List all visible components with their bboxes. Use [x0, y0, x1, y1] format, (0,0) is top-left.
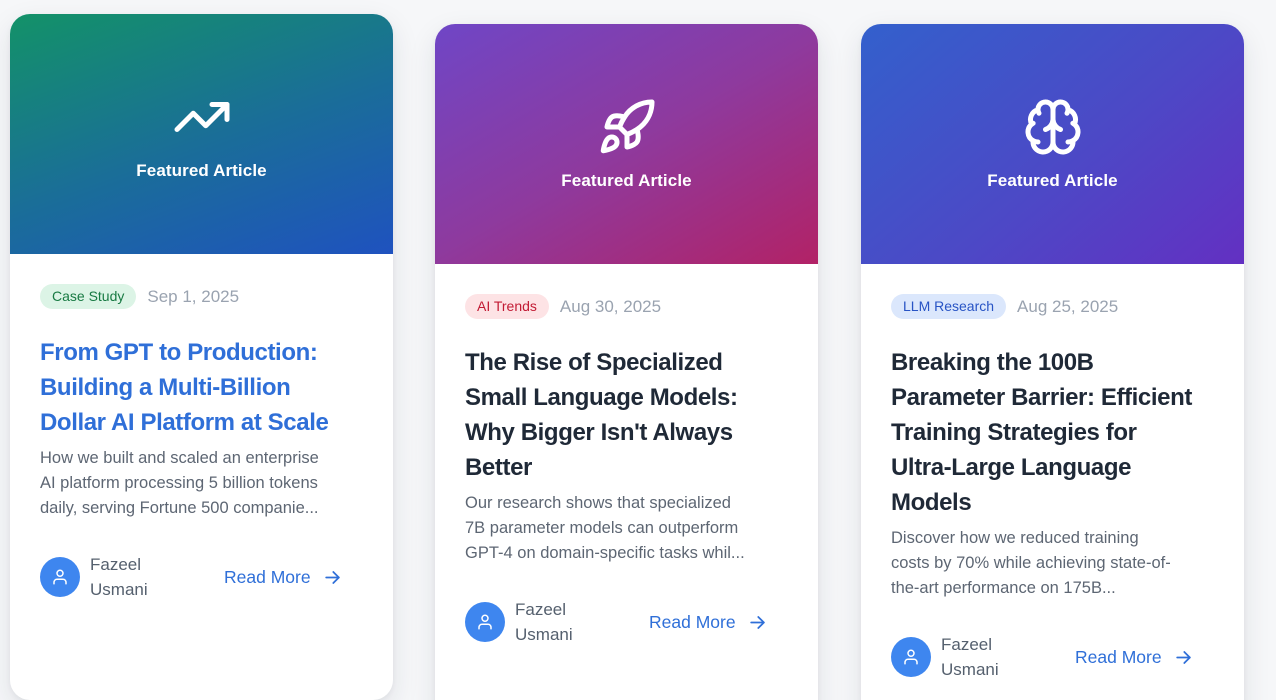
article-excerpt: How we built and scaled an enterprise AI…	[40, 446, 363, 521]
author-last-name: Usmani	[90, 580, 148, 599]
hero-label: Featured Article	[136, 161, 267, 180]
author-first-name: Fazeel	[515, 600, 567, 619]
author-name: Fazeel Usmani	[515, 597, 635, 647]
read-more-link[interactable]: Read More	[649, 612, 767, 633]
excerpt-line: daily, serving Fortune 500 companie...	[40, 499, 319, 517]
brain-icon	[1025, 99, 1080, 155]
avatar	[891, 637, 931, 677]
author-first-name: Fazeel	[90, 555, 142, 574]
article-title[interactable]: The Rise of Specialized Small Language M…	[465, 345, 788, 485]
user-icon	[478, 614, 492, 630]
read-more-label: Read More	[224, 566, 311, 587]
author-last-name: Usmani	[941, 660, 999, 679]
arrow-right-icon	[1175, 650, 1191, 664]
author-name: Fazeel Usmani	[941, 632, 1061, 682]
category-badge[interactable]: LLM Research	[891, 294, 1007, 319]
hero-label: Featured Article	[987, 171, 1118, 190]
arrow-right-icon	[749, 615, 765, 629]
article-title[interactable]: From GPT to Production: Building a Multi…	[40, 335, 363, 440]
article-excerpt: Discover how we reduced training costs b…	[891, 526, 1214, 601]
publish-date: Aug 30, 2025	[559, 296, 662, 316]
title-line: Building a Multi-Billion	[40, 374, 291, 401]
card-hero: Featured Article	[435, 24, 818, 264]
excerpt-line: AI platform processing 5 billion tokens	[40, 474, 318, 492]
card-hero: Featured Article	[10, 14, 393, 254]
read-more-link[interactable]: Read More	[1075, 647, 1193, 668]
title-line: Parameter Barrier: Efficient	[891, 384, 1192, 411]
read-more-label: Read More	[649, 611, 736, 632]
title-line: Models	[891, 489, 972, 516]
avatar	[465, 602, 505, 642]
article-excerpt: Our research shows that specialized 7B p…	[465, 491, 788, 566]
user-icon	[904, 649, 918, 665]
read-more-link[interactable]: Read More	[224, 567, 342, 588]
title-line: Breaking the 100B	[891, 349, 1094, 376]
publish-date: Sep 1, 2025	[147, 286, 240, 306]
card-hero: Featured Article	[861, 24, 1244, 264]
title-line: From GPT to Production:	[40, 339, 318, 366]
author-name: Fazeel Usmani	[90, 552, 210, 602]
author-last-name: Usmani	[515, 625, 573, 644]
publish-date: Aug 25, 2025	[1017, 296, 1119, 316]
hero-label: Featured Article	[561, 171, 692, 190]
title-line: Training Strategies for	[891, 419, 1137, 446]
article-title[interactable]: Breaking the 100B Parameter Barrier: Eff…	[891, 345, 1214, 520]
article-card[interactable]: Featured Article Case Study Sep 1, 2025 …	[10, 14, 393, 700]
avatar	[40, 557, 80, 597]
user-icon	[53, 569, 67, 585]
article-card[interactable]: Featured Article LLM Research Aug 25, 20…	[861, 24, 1244, 700]
excerpt-line: 7B parameter models can outperform	[465, 519, 739, 537]
read-more-label: Read More	[1075, 646, 1162, 667]
arrow-right-icon	[324, 570, 340, 584]
excerpt-line: costs by 70% while achieving state-of-	[891, 554, 1171, 572]
category-badge[interactable]: AI Trends	[465, 294, 549, 319]
article-card[interactable]: Featured Article AI Trends Aug 30, 2025 …	[435, 24, 818, 700]
excerpt-line: the-art performance on 175B...	[891, 579, 1116, 597]
title-line: Better	[465, 454, 532, 481]
title-line: Ultra-Large Language	[891, 454, 1132, 481]
excerpt-line: How we built and scaled an enterprise	[40, 449, 319, 467]
excerpt-line: GPT-4 on domain-specific tasks whil...	[465, 544, 745, 562]
title-line: Dollar AI Platform at Scale	[40, 409, 329, 436]
rocket-icon	[600, 99, 654, 154]
title-line: Why Bigger Isn't Always	[465, 419, 733, 446]
title-line: Small Language Models:	[465, 384, 738, 411]
author-first-name: Fazeel	[941, 635, 993, 654]
trending-up-icon	[174, 102, 229, 132]
title-line: The Rise of Specialized	[465, 349, 723, 376]
excerpt-line: Discover how we reduced training	[891, 529, 1139, 547]
category-badge[interactable]: Case Study	[40, 284, 137, 309]
excerpt-line: Our research shows that specialized	[465, 494, 731, 512]
